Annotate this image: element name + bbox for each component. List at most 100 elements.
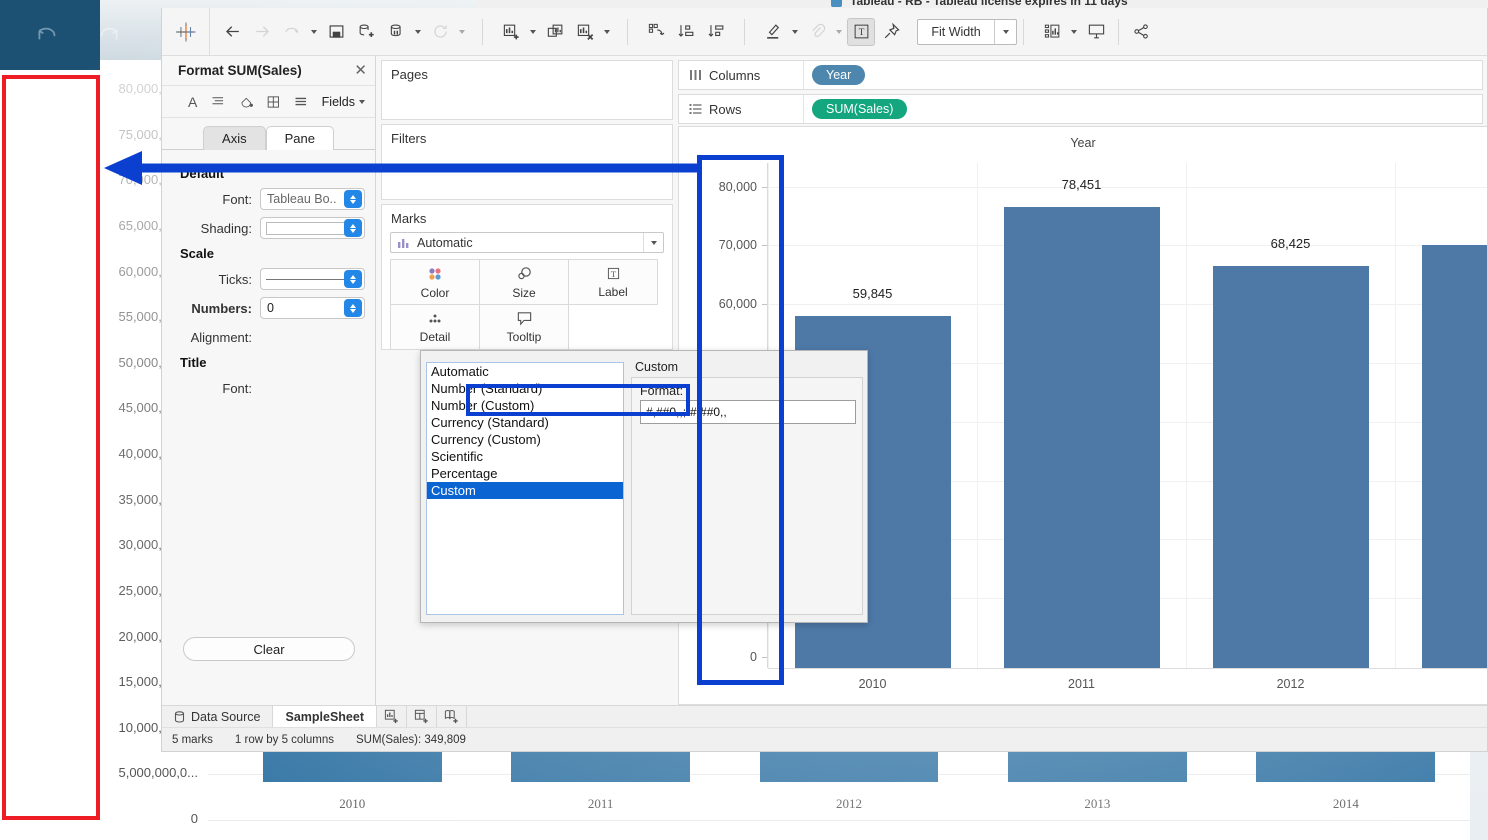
alignment-icon[interactable] — [211, 95, 225, 108]
bar-mark[interactable] — [1004, 207, 1160, 668]
marks-tooltip-label: Tooltip — [507, 330, 542, 344]
fit-dropdown[interactable]: Fit Width — [917, 19, 1017, 45]
rows-shelf[interactable]: Rows SUM(Sales) — [678, 94, 1483, 124]
pause-data-caret[interactable] — [412, 18, 424, 46]
tab-pane[interactable]: Pane — [266, 126, 334, 150]
chart-add-icon — [502, 22, 521, 41]
pause-data-button[interactable] — [382, 18, 410, 46]
show-labels-button[interactable]: T — [847, 18, 875, 46]
lines-icon[interactable] — [294, 95, 308, 108]
numbers-control[interactable]: 0 — [260, 297, 365, 319]
columns-shelf[interactable]: Columns Year — [678, 60, 1483, 90]
number-format-option[interactable]: Automatic — [427, 363, 623, 380]
numbers-stepper[interactable] — [344, 299, 362, 317]
duplicate-sheet-button[interactable] — [541, 18, 569, 46]
shading-icon[interactable] — [239, 95, 253, 109]
show-me-caret[interactable] — [1068, 18, 1080, 46]
ticks-control[interactable] — [260, 268, 365, 290]
fix-axes-button[interactable] — [877, 18, 905, 46]
share-button[interactable] — [1127, 18, 1155, 46]
undo-icon[interactable] — [34, 22, 60, 48]
marks-size-button[interactable]: Size — [479, 259, 569, 305]
save-button[interactable] — [322, 18, 350, 46]
pill-sum-sales[interactable]: SUM(Sales) — [812, 99, 907, 119]
clear-sheet-button[interactable] — [571, 18, 599, 46]
number-format-option[interactable]: Currency (Standard) — [427, 414, 623, 431]
row-ticks: Ticks: — [172, 268, 365, 290]
mark-type-dropdown[interactable]: Automatic — [390, 232, 664, 253]
number-format-option[interactable]: Currency (Custom) — [427, 431, 623, 448]
swap-rows-columns-button[interactable] — [642, 18, 670, 46]
toolbar-sort-group — [634, 8, 738, 55]
show-me-button[interactable] — [1038, 18, 1066, 46]
default-font-control[interactable]: Tableau Bo.. — [260, 188, 365, 210]
pages-card[interactable]: Pages — [381, 60, 673, 120]
presentation-mode-button[interactable] — [1082, 18, 1110, 46]
highlight-caret[interactable] — [789, 18, 801, 46]
x-axis[interactable]: 201020112012 — [768, 668, 1487, 704]
pill-year[interactable]: Year — [812, 65, 865, 85]
bar-mark[interactable] — [1213, 266, 1369, 668]
marks-detail-button[interactable]: Detail — [390, 304, 480, 350]
new-story-tab-button[interactable] — [437, 706, 467, 727]
number-format-option[interactable]: Number (Standard) — [427, 380, 623, 397]
forward-button[interactable] — [248, 18, 276, 46]
clear-button[interactable]: Clear — [183, 637, 355, 661]
font-icon[interactable]: A — [188, 94, 197, 110]
tab-axis[interactable]: Axis — [203, 126, 266, 150]
tableau-logo-icon[interactable] — [162, 8, 210, 56]
columns-shelf-name: Columns — [679, 61, 804, 89]
highlight-button[interactable] — [759, 18, 787, 46]
format-panel-body: Default Font: Tableau Bo.. Shading: Sc — [162, 150, 375, 399]
new-worksheet-tab-button[interactable] — [377, 706, 407, 727]
ticks-stepper[interactable] — [344, 270, 362, 288]
back-button[interactable] — [218, 18, 246, 46]
number-format-option[interactable]: Percentage — [427, 465, 623, 482]
default-shading-control[interactable] — [260, 217, 365, 239]
undo-redo-caret[interactable] — [308, 18, 320, 46]
fit-dropdown-label: Fit Width — [918, 25, 994, 39]
marks-detail-label: Detail — [420, 330, 451, 344]
marks-color-button[interactable]: Color — [390, 259, 480, 305]
refresh-button[interactable] — [426, 18, 454, 46]
filters-card[interactable]: Filters — [381, 124, 673, 200]
new-dashboard-tab-button[interactable] — [407, 706, 437, 727]
bar-mark[interactable] — [1422, 245, 1488, 668]
fit-dropdown-arrow[interactable] — [994, 20, 1016, 44]
new-story-icon — [444, 709, 460, 724]
sheet-tab-samplesheet[interactable]: SampleSheet — [273, 706, 377, 727]
attach-caret[interactable] — [833, 18, 845, 46]
toolbar-trailing-group — [1030, 8, 1163, 55]
background-axis-tick: 0 — [191, 811, 198, 826]
borders-icon[interactable] — [267, 95, 280, 109]
number-format-option[interactable]: Scientific — [427, 448, 623, 465]
new-data-source-button[interactable] — [352, 18, 380, 46]
new-worksheet-button[interactable] — [497, 18, 525, 46]
number-format-option[interactable]: Number (Custom) — [427, 397, 623, 414]
format-input[interactable]: #,##0,,;-#,##0,, — [640, 400, 856, 424]
vertical-gridline — [977, 163, 978, 668]
new-worksheet-caret[interactable] — [527, 18, 539, 46]
number-format-option[interactable]: Custom — [427, 482, 623, 499]
data-source-tab[interactable]: Data Source — [162, 706, 273, 727]
shelves: Columns Year Rows SUM(Sales) — [678, 56, 1487, 124]
marks-color-label: Color — [421, 286, 450, 300]
fields-dropdown[interactable]: Fields — [322, 95, 365, 109]
clear-sheet-caret[interactable] — [601, 18, 613, 46]
sheet-tab-bar: Data Source SampleSheet — [162, 705, 1487, 727]
redo-icon[interactable] — [96, 22, 122, 48]
marks-tooltip-button[interactable]: Tooltip — [479, 304, 569, 350]
attach-button[interactable] — [803, 18, 831, 46]
sort-ascending-button[interactable] — [672, 18, 700, 46]
close-icon[interactable]: ✕ — [354, 63, 367, 78]
default-font-stepper[interactable] — [344, 190, 362, 208]
mark-type-arrow[interactable] — [643, 233, 663, 252]
default-shading-stepper[interactable] — [344, 219, 362, 237]
marks-label-button[interactable]: T Label — [568, 259, 658, 305]
number-format-option-list[interactable]: AutomaticNumber (Standard)Number (Custom… — [426, 362, 624, 615]
paperclip-icon — [808, 22, 827, 41]
undo-redo-button[interactable] — [278, 18, 306, 46]
toolbar-divider-2 — [627, 19, 628, 45]
refresh-caret[interactable] — [456, 18, 468, 46]
sort-descending-button[interactable] — [702, 18, 730, 46]
